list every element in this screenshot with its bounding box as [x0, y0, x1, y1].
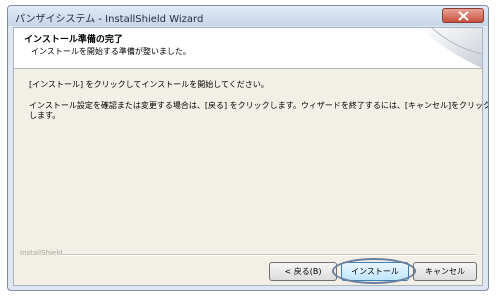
title-bar[interactable]: パンザイシステム - InstallShield Wizard: [8, 6, 488, 26]
wizard-client-area: インストール準備の完了 インストールを開始する準備が整いました。 [インストール…: [13, 27, 488, 286]
page-subtitle: インストールを開始する準備が整いました。: [31, 47, 191, 56]
close-button[interactable]: [442, 8, 484, 23]
wizard-swoosh-graphic: [420, 28, 482, 68]
close-icon: [458, 11, 469, 21]
back-button[interactable]: < 戻る(B): [269, 262, 337, 281]
window-title: パンザイシステム - InstallShield Wizard: [15, 14, 204, 25]
instruction-text: [インストール] をクリックしてインストールを開始してください。: [29, 80, 269, 89]
info-text-line2: します。: [29, 111, 61, 120]
page-title: インストール準備の完了: [24, 35, 123, 45]
info-text-line1: インストール設定を確認または変更する場合は、[戻る] をクリックします。ウィザー…: [29, 101, 489, 110]
footer-divider: [60, 254, 476, 256]
install-button[interactable]: インストール: [341, 262, 409, 281]
header-panel: インストール準備の完了 インストールを開始する準備が整いました。: [14, 28, 482, 69]
installshield-brand: InstallShield: [20, 249, 63, 257]
cancel-button[interactable]: キャンセル: [413, 262, 477, 281]
installshield-wizard-window: パンザイシステム - InstallShield Wizard インストール準備…: [7, 5, 489, 291]
